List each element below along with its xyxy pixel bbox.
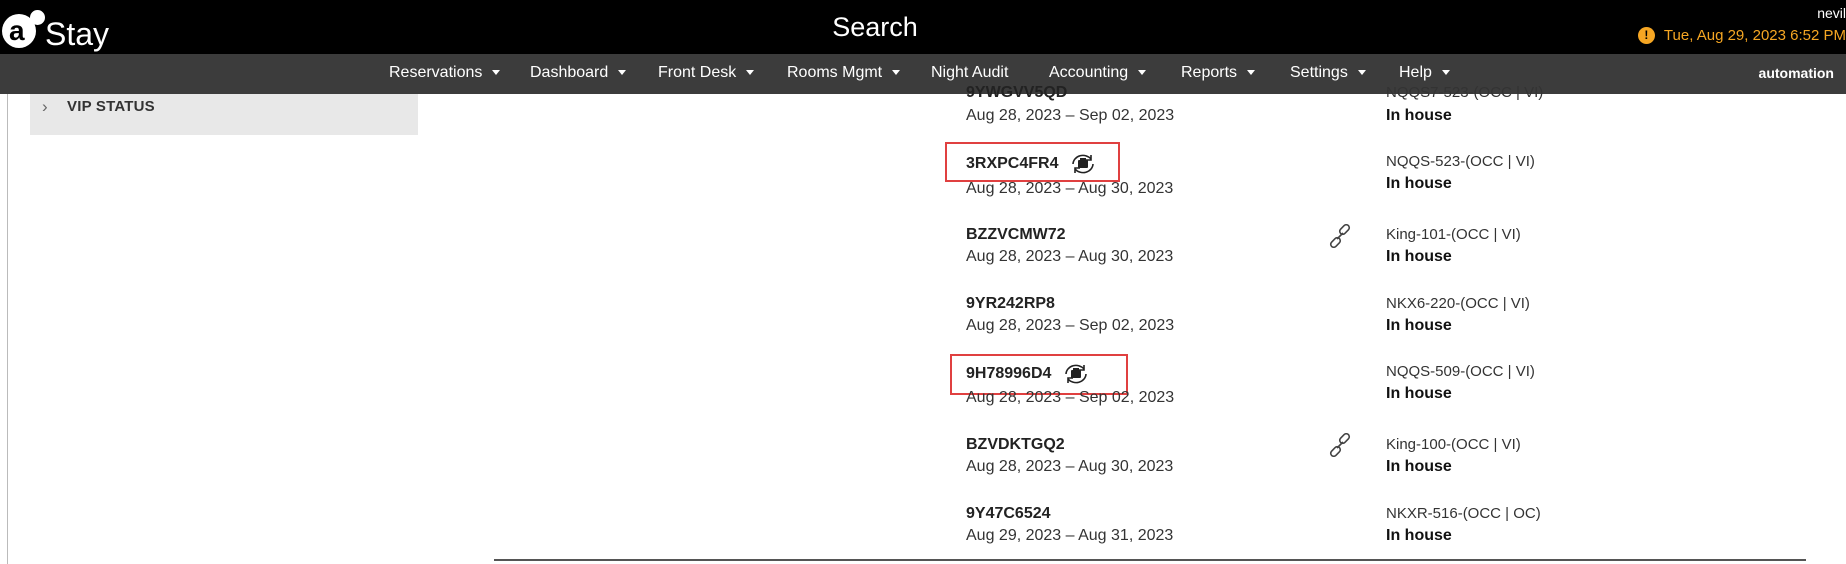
confirmation-number[interactable]: BZVDKTGQ2: [966, 436, 1065, 454]
chevron-right-icon: ›: [42, 97, 48, 116]
stay-dates: Aug 29, 2023 – Aug 31, 2023: [966, 527, 1174, 544]
property-name[interactable]: automation: [1759, 54, 1834, 94]
nav-front-desk[interactable]: Front Desk: [658, 54, 755, 94]
left-divider: [7, 94, 8, 564]
confirmation-number[interactable]: 9YWGVV5QD: [966, 84, 1067, 102]
reservation-status: In house: [1386, 527, 1452, 544]
confirmation-number[interactable]: 3RXPC4FR4: [966, 153, 1096, 175]
link-icon[interactable]: [1328, 433, 1352, 457]
room-info: NKXR-516-(OCC | OC): [1386, 505, 1541, 522]
nav-rooms-mgmt[interactable]: Rooms Mgmt: [787, 54, 901, 94]
room-sync-icon: [1065, 364, 1088, 384]
reservation-status: In house: [1386, 248, 1452, 265]
reservation-status: In house: [1386, 107, 1452, 124]
room-info: NQQS-523-(OCC | VI): [1386, 153, 1535, 170]
confirmation-number[interactable]: 9YR242RP8: [966, 295, 1055, 313]
warning-icon[interactable]: !: [1637, 27, 1655, 44]
stay-dates: Aug 28, 2023 – Aug 30, 2023: [966, 458, 1174, 475]
nav-settings[interactable]: Settings: [1290, 54, 1366, 94]
chevron-down-icon: [746, 70, 755, 76]
room-info: NQQS7-523-(OCC | VI): [1386, 84, 1544, 101]
reservation-status: In house: [1386, 385, 1452, 402]
room-info: NKX6-220-(OCC | VI): [1386, 295, 1530, 312]
reservation-status: In house: [1386, 458, 1452, 475]
stay-dates: Aug 28, 2023 – Sep 02, 2023: [966, 389, 1175, 406]
link-icon[interactable]: [1328, 224, 1352, 248]
reservation-status: In house: [1386, 317, 1452, 334]
reservation-status: In house: [1386, 175, 1452, 192]
confirmation-number[interactable]: BZZVCMW72: [966, 226, 1066, 244]
nav-reservations[interactable]: Reservations: [389, 54, 501, 94]
current-datetime: ! Tue, Aug 29, 2023 6:52 PM: [1637, 27, 1846, 44]
user-name[interactable]: nevil: [1817, 5, 1846, 21]
room-info: King-100-(OCC | VI): [1386, 436, 1521, 453]
chevron-down-icon: [1441, 70, 1450, 76]
list-bottom-divider: [494, 559, 1806, 561]
vip-status-filter[interactable]: › VIP STATUS: [30, 94, 418, 135]
chevron-down-icon: [892, 70, 901, 76]
stay-dates: Aug 28, 2023 – Sep 02, 2023: [966, 107, 1175, 124]
chevron-down-icon: [1138, 70, 1147, 76]
room-sync-icon: [1072, 154, 1095, 174]
chevron-down-icon: [618, 70, 627, 76]
chevron-down-icon: [1357, 70, 1366, 76]
chevron-down-icon: [492, 70, 501, 76]
confirmation-number[interactable]: 9H78996D4: [966, 363, 1089, 385]
main-nav: Reservations Dashboard Front Desk Rooms …: [0, 54, 1846, 94]
stay-dates: Aug 28, 2023 – Sep 02, 2023: [966, 317, 1175, 334]
room-info: King-101-(OCC | VI): [1386, 226, 1521, 243]
vip-status-label: VIP STATUS: [67, 98, 155, 115]
stay-dates: Aug 28, 2023 – Aug 30, 2023: [966, 180, 1174, 197]
room-info: NQQS-509-(OCC | VI): [1386, 363, 1535, 380]
nav-dashboard[interactable]: Dashboard: [530, 54, 627, 94]
chevron-down-icon: [1247, 70, 1256, 76]
stay-dates: Aug 28, 2023 – Aug 30, 2023: [966, 248, 1174, 265]
datetime-text: Tue, Aug 29, 2023 6:52 PM: [1663, 27, 1846, 44]
nav-reports[interactable]: Reports: [1181, 54, 1256, 94]
top-bar: a Stay Search nevil ! Tue, Aug 29, 2023 …: [0, 0, 1846, 54]
confirmation-number[interactable]: 9Y47C6524: [966, 505, 1051, 523]
page-title: Search: [832, 12, 918, 42]
